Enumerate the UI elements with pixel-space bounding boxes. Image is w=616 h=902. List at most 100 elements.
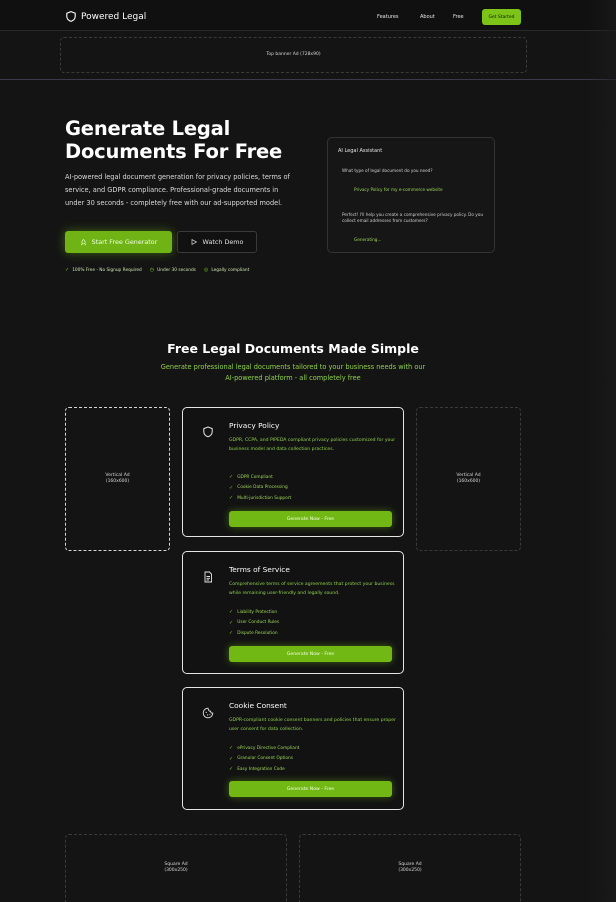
card-description: Comprehensive terms of service agreement… (229, 582, 395, 596)
check-icon: ✓ (229, 630, 234, 637)
vertical-ad-right-label: Vertical Ad (160x600) (456, 473, 480, 486)
shield-icon (203, 426, 213, 438)
feature-label: Liability Protection (237, 609, 278, 615)
feature-list: ✓ Liability Protection ✓ User Conduct Rule… (229, 607, 279, 639)
feature-label: Dispute Resolution (237, 630, 278, 636)
feature-list: ✓ GDPR Compliant ✓ Cookie Data Processing … (229, 472, 291, 504)
section-subtitle-line1: Generate professional legal documents ta… (160, 363, 426, 371)
document-icon (204, 571, 212, 583)
card-cookie-consent: Cookie Consent GDPR-compliant cookie con… (182, 687, 404, 810)
feature-label: Granular Consent Options (237, 756, 293, 762)
card-title: Terms of Service (229, 565, 290, 574)
hero-title-line1: Generate Legal (65, 117, 231, 140)
vertical-ad-left-label: Vertical Ad (160x600) (105, 473, 129, 486)
hero-title-line2: Documents For Free (65, 140, 283, 163)
ad-size: (160x600) (105, 479, 130, 484)
card-title: Cookie Consent (229, 701, 287, 710)
start-free-generator-button[interactable]: Start Free Generator (65, 231, 172, 253)
check-icon: ✓ (229, 755, 234, 762)
trust-item-speed: ◷ Under 30 seconds (150, 267, 196, 273)
feature-item: ✓ GDPR Compliant (229, 472, 291, 483)
feature-item: ✓ ePrivacy Directive Compliant (229, 743, 299, 754)
hero-description: AI-powered legal document generation for… (65, 173, 290, 207)
feature-label: Easy Integration Code (237, 766, 285, 772)
feature-label: User Conduct Rules (237, 620, 280, 626)
shield-logo-icon (66, 11, 76, 22)
page: Powered Legal Features About Free Get St… (0, 0, 616, 902)
square-ad-right-label: Square Ad (300x250) (398, 862, 421, 875)
vertical-ad-right[interactable]: Vertical Ad (160x600) (416, 407, 521, 551)
check-icon: ✓ (229, 609, 234, 616)
card-terms-of-service: Terms of Service Comprehensive terms of … (182, 551, 404, 674)
feature-label: Cookie Data Processing (237, 485, 288, 491)
section-subtitle: Generate professional legal documents ta… (140, 362, 446, 383)
watch-demo-label: Watch Demo (202, 238, 244, 246)
check-icon: ✓ (229, 484, 234, 491)
trust-item-label: Under 30 seconds (157, 267, 196, 273)
feature-label: GDPR Compliant (237, 474, 273, 480)
shield-check-icon: ◎ (203, 267, 209, 273)
ad-size: (300x250) (164, 868, 188, 873)
start-free-generator-label: Start Free Generator (91, 238, 158, 246)
feature-item: ✓ Dispute Resolution (229, 628, 279, 639)
check-icon: ✓ (65, 267, 70, 273)
square-ad-right[interactable]: Square Ad (300x250) (299, 834, 521, 902)
check-icon: ✓ (229, 619, 234, 626)
assistant-question: What type of legal document do you need? (342, 168, 433, 173)
brand-name: Powered Legal (81, 11, 147, 22)
check-icon: ✓ (229, 745, 234, 752)
check-icon: ✓ (229, 766, 234, 773)
check-icon: ✓ (229, 495, 234, 502)
play-icon (191, 239, 197, 245)
rocket-icon (80, 238, 86, 245)
watch-demo-button[interactable]: Watch Demo (177, 231, 257, 253)
feature-item: ✓ Granular Consent Options (229, 754, 299, 765)
top-banner-ad-label: Top banner Ad (728x90) (266, 51, 321, 57)
square-ad-left-label: Square Ad (300x250) (164, 862, 187, 875)
cookie-icon (202, 707, 214, 719)
feature-item: ✓ Multi-jurisdiction Support (229, 493, 291, 504)
trust-indicators: ✓ 100% Free - No Signup Required ◷ Under… (65, 267, 249, 273)
square-ad-left[interactable]: Square Ad (300x250) (65, 834, 287, 902)
generate-privacy-policy-button[interactable]: Generate Now - Free (229, 511, 392, 527)
section-subtitle-line2: AI-powered platform - all completely fre… (225, 373, 361, 382)
top-banner-ad[interactable]: Top banner Ad (728x90) (60, 37, 527, 73)
trust-item-compliant: ◎ Legally compliant (204, 267, 249, 273)
card-title: Privacy Policy (229, 421, 280, 430)
feature-item: ✓ Cookie Data Processing (229, 483, 291, 494)
feature-list: ✓ ePrivacy Directive Compliant ✓ Granular … (229, 743, 299, 775)
generate-cookie-consent-button[interactable]: Generate Now - Free (229, 781, 392, 797)
feature-label: Multi-jurisdiction Support (237, 495, 292, 501)
ai-assistant-preview: AI Legal Assistant What type of legal do… (327, 137, 495, 253)
section-title: Free Legal Documents Made Simple (167, 341, 419, 356)
assistant-question: Perfect! I'll help you create a comprehe… (342, 212, 483, 224)
card-description: GDPR, CCPA, and PIPEDA compliant privacy… (229, 438, 396, 452)
card-privacy-policy: Privacy Policy GDPR, CCPA, and PIPEDA co… (182, 407, 404, 537)
vertical-ad-left[interactable]: Vertical Ad (160x600) (65, 407, 170, 551)
nav-link-features[interactable]: Features (377, 14, 399, 20)
scroll-edge-shade (586, 0, 616, 902)
brand-logo[interactable]: Powered Legal (66, 11, 146, 22)
user-answer: Privacy Policy for my e-commerce website (354, 187, 443, 192)
check-icon: ✓ (229, 474, 234, 481)
feature-item: ✓ Easy Integration Code (229, 764, 299, 775)
trust-item-free: ✓ 100% Free - No Signup Required (65, 267, 142, 273)
top-navbar: Powered Legal Features About Free Get St… (0, 0, 616, 31)
card-description: GDPR-compliant cookie consent banners an… (229, 718, 396, 732)
trust-item-label: Legally compliant (211, 267, 250, 273)
feature-label: ePrivacy Directive Compliant (237, 745, 300, 751)
generate-terms-button[interactable]: Generate Now - Free (229, 646, 392, 662)
ad-size: (160x600) (456, 479, 481, 484)
feature-item: ✓ User Conduct Rules (229, 618, 279, 629)
hero-title: Generate Legal Documents For Free (65, 117, 315, 163)
assistant-title: AI Legal Assistant (338, 148, 383, 154)
trust-item-label: 100% Free - No Signup Required (72, 267, 142, 273)
section-divider (0, 79, 616, 80)
feature-item: ✓ Liability Protection (229, 607, 279, 618)
clock-icon: ◷ (149, 267, 155, 273)
nav-link-free[interactable]: Free (453, 14, 464, 20)
generating-status: Generating... (354, 237, 382, 242)
nav-link-about[interactable]: About (420, 14, 435, 20)
ad-size: (300x250) (398, 868, 422, 873)
get-started-button[interactable]: Get Started (482, 9, 521, 25)
